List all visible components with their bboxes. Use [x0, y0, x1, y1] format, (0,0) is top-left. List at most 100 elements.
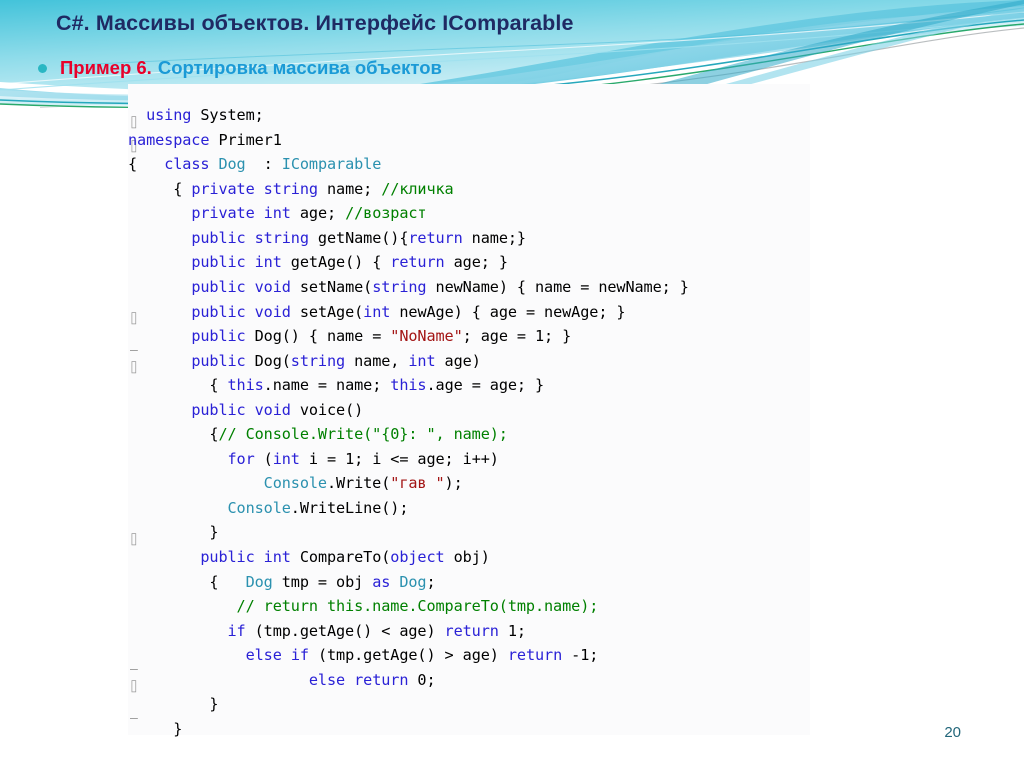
- code-token: Primer1: [209, 130, 282, 149]
- code-token: // Console.Write("{0}: ", name);: [218, 425, 508, 444]
- code-token: .name = name;: [263, 376, 391, 395]
- code-token: Dog: [218, 155, 246, 174]
- slide-title: C#. Массивы объектов. Интерфейс ICompara…: [56, 11, 574, 35]
- code-token: int: [254, 253, 282, 272]
- code-token: public: [191, 278, 246, 297]
- code-token: .age = age; }: [426, 376, 545, 395]
- code-token: (: [254, 449, 273, 468]
- code-token: (tmp.getAge() < age): [245, 621, 445, 640]
- code-line: for (int i = 1; i <= age; i++): [128, 447, 810, 472]
- code-token: void: [254, 400, 291, 419]
- code-line: public void setAge(int newAge) { age = n…: [128, 300, 810, 325]
- code-token: name;: [317, 179, 382, 198]
- code-token: if: [290, 646, 309, 665]
- code-line: // return this.name.CompareTo(tmp.name);: [128, 594, 810, 619]
- code-token: Dog(: [245, 351, 291, 370]
- code-token: age; }: [444, 253, 508, 272]
- code-line: Console.Write("гав ");: [128, 471, 810, 496]
- code-token: return: [444, 621, 499, 640]
- code-token: int: [272, 449, 300, 468]
- code-token: ;: [426, 572, 436, 591]
- code-token: //кличка: [381, 179, 454, 198]
- code-line: private int age; //возраст: [128, 201, 810, 226]
- code-token: public: [191, 327, 246, 346]
- code-token: newName) { name = newName; }: [426, 278, 689, 297]
- code-line: if (tmp.getAge() < age) return 1;: [128, 619, 810, 644]
- code-token: setName(: [290, 278, 373, 297]
- code-token: name;}: [462, 228, 526, 247]
- code-token: public: [191, 400, 246, 419]
- code-line: { this.name = name; this.age = age; }: [128, 373, 810, 398]
- code-token: voice(): [290, 400, 364, 419]
- code-line: }: [128, 692, 810, 717]
- code-token: void: [254, 302, 291, 321]
- code-line: public int CompareTo(object obj): [128, 545, 810, 570]
- code-line: public void voice(): [128, 398, 810, 423]
- code-line: namespace Primer1: [128, 128, 810, 153]
- code-line: else return 0;: [128, 668, 810, 693]
- code-token: getAge() {: [281, 253, 391, 272]
- code-token: else: [245, 646, 282, 665]
- bullet-row: Пример 6. Сортировка массива объектов: [38, 57, 442, 79]
- bullet-label-example: Пример 6.: [60, 57, 152, 78]
- code-line: else if (tmp.getAge() > age) return -1;: [128, 643, 810, 668]
- code-token: 0;: [408, 670, 436, 689]
- code-token: public: [191, 253, 246, 272]
- code-token: //возраст: [345, 204, 427, 223]
- code-token: public: [191, 228, 246, 247]
- code-token: for: [227, 449, 255, 468]
- code-screenshot-panel: ⌷ ⌷ ⌷ ⌷ ⌷ ⌷ – – – using System; namespace Primer1…: [128, 84, 810, 738]
- code-token: public: [200, 548, 255, 567]
- code-line: public void setName(string newName) { na…: [128, 275, 810, 300]
- code-token: setAge(: [290, 302, 364, 321]
- code-token: }: [128, 719, 183, 738]
- code-token: -1;: [562, 646, 599, 665]
- code-token: {: [128, 155, 165, 174]
- code-token: "гав ": [390, 474, 445, 493]
- bullet-label-topic: Сортировка массива объектов: [157, 57, 442, 78]
- code-token: ; age = 1; }: [462, 327, 572, 346]
- code-line: Console.WriteLine();: [128, 496, 810, 521]
- code-token: );: [444, 474, 463, 493]
- code-line: public int getAge() { return age; }: [128, 250, 810, 275]
- code-token: int: [263, 548, 291, 567]
- code-token: .Write(: [326, 474, 391, 493]
- code-token: string: [263, 179, 318, 198]
- code-token: IComparable: [281, 155, 382, 174]
- code-token: Dog: [399, 572, 427, 591]
- code-token: return: [408, 228, 463, 247]
- code-token: 1;: [498, 621, 526, 640]
- bullet-dot-icon: [38, 63, 47, 73]
- code-line: }: [128, 717, 810, 742]
- page-number: 20: [944, 724, 961, 741]
- code-token: i = 1; i <= age; i++): [299, 449, 499, 468]
- code-line: { Dog tmp = obj as Dog;: [128, 570, 810, 595]
- code-line: using System;: [128, 103, 810, 128]
- code-token: }: [128, 523, 219, 542]
- code-line: }: [128, 520, 810, 545]
- code-line: public string getName(){return name;}: [128, 226, 810, 251]
- code-token: newAge) { age = newAge; }: [390, 302, 626, 321]
- code-token: .WriteLine();: [290, 498, 409, 517]
- code-token: string: [372, 278, 427, 297]
- code-token: return: [354, 670, 409, 689]
- code-token: }: [128, 695, 219, 714]
